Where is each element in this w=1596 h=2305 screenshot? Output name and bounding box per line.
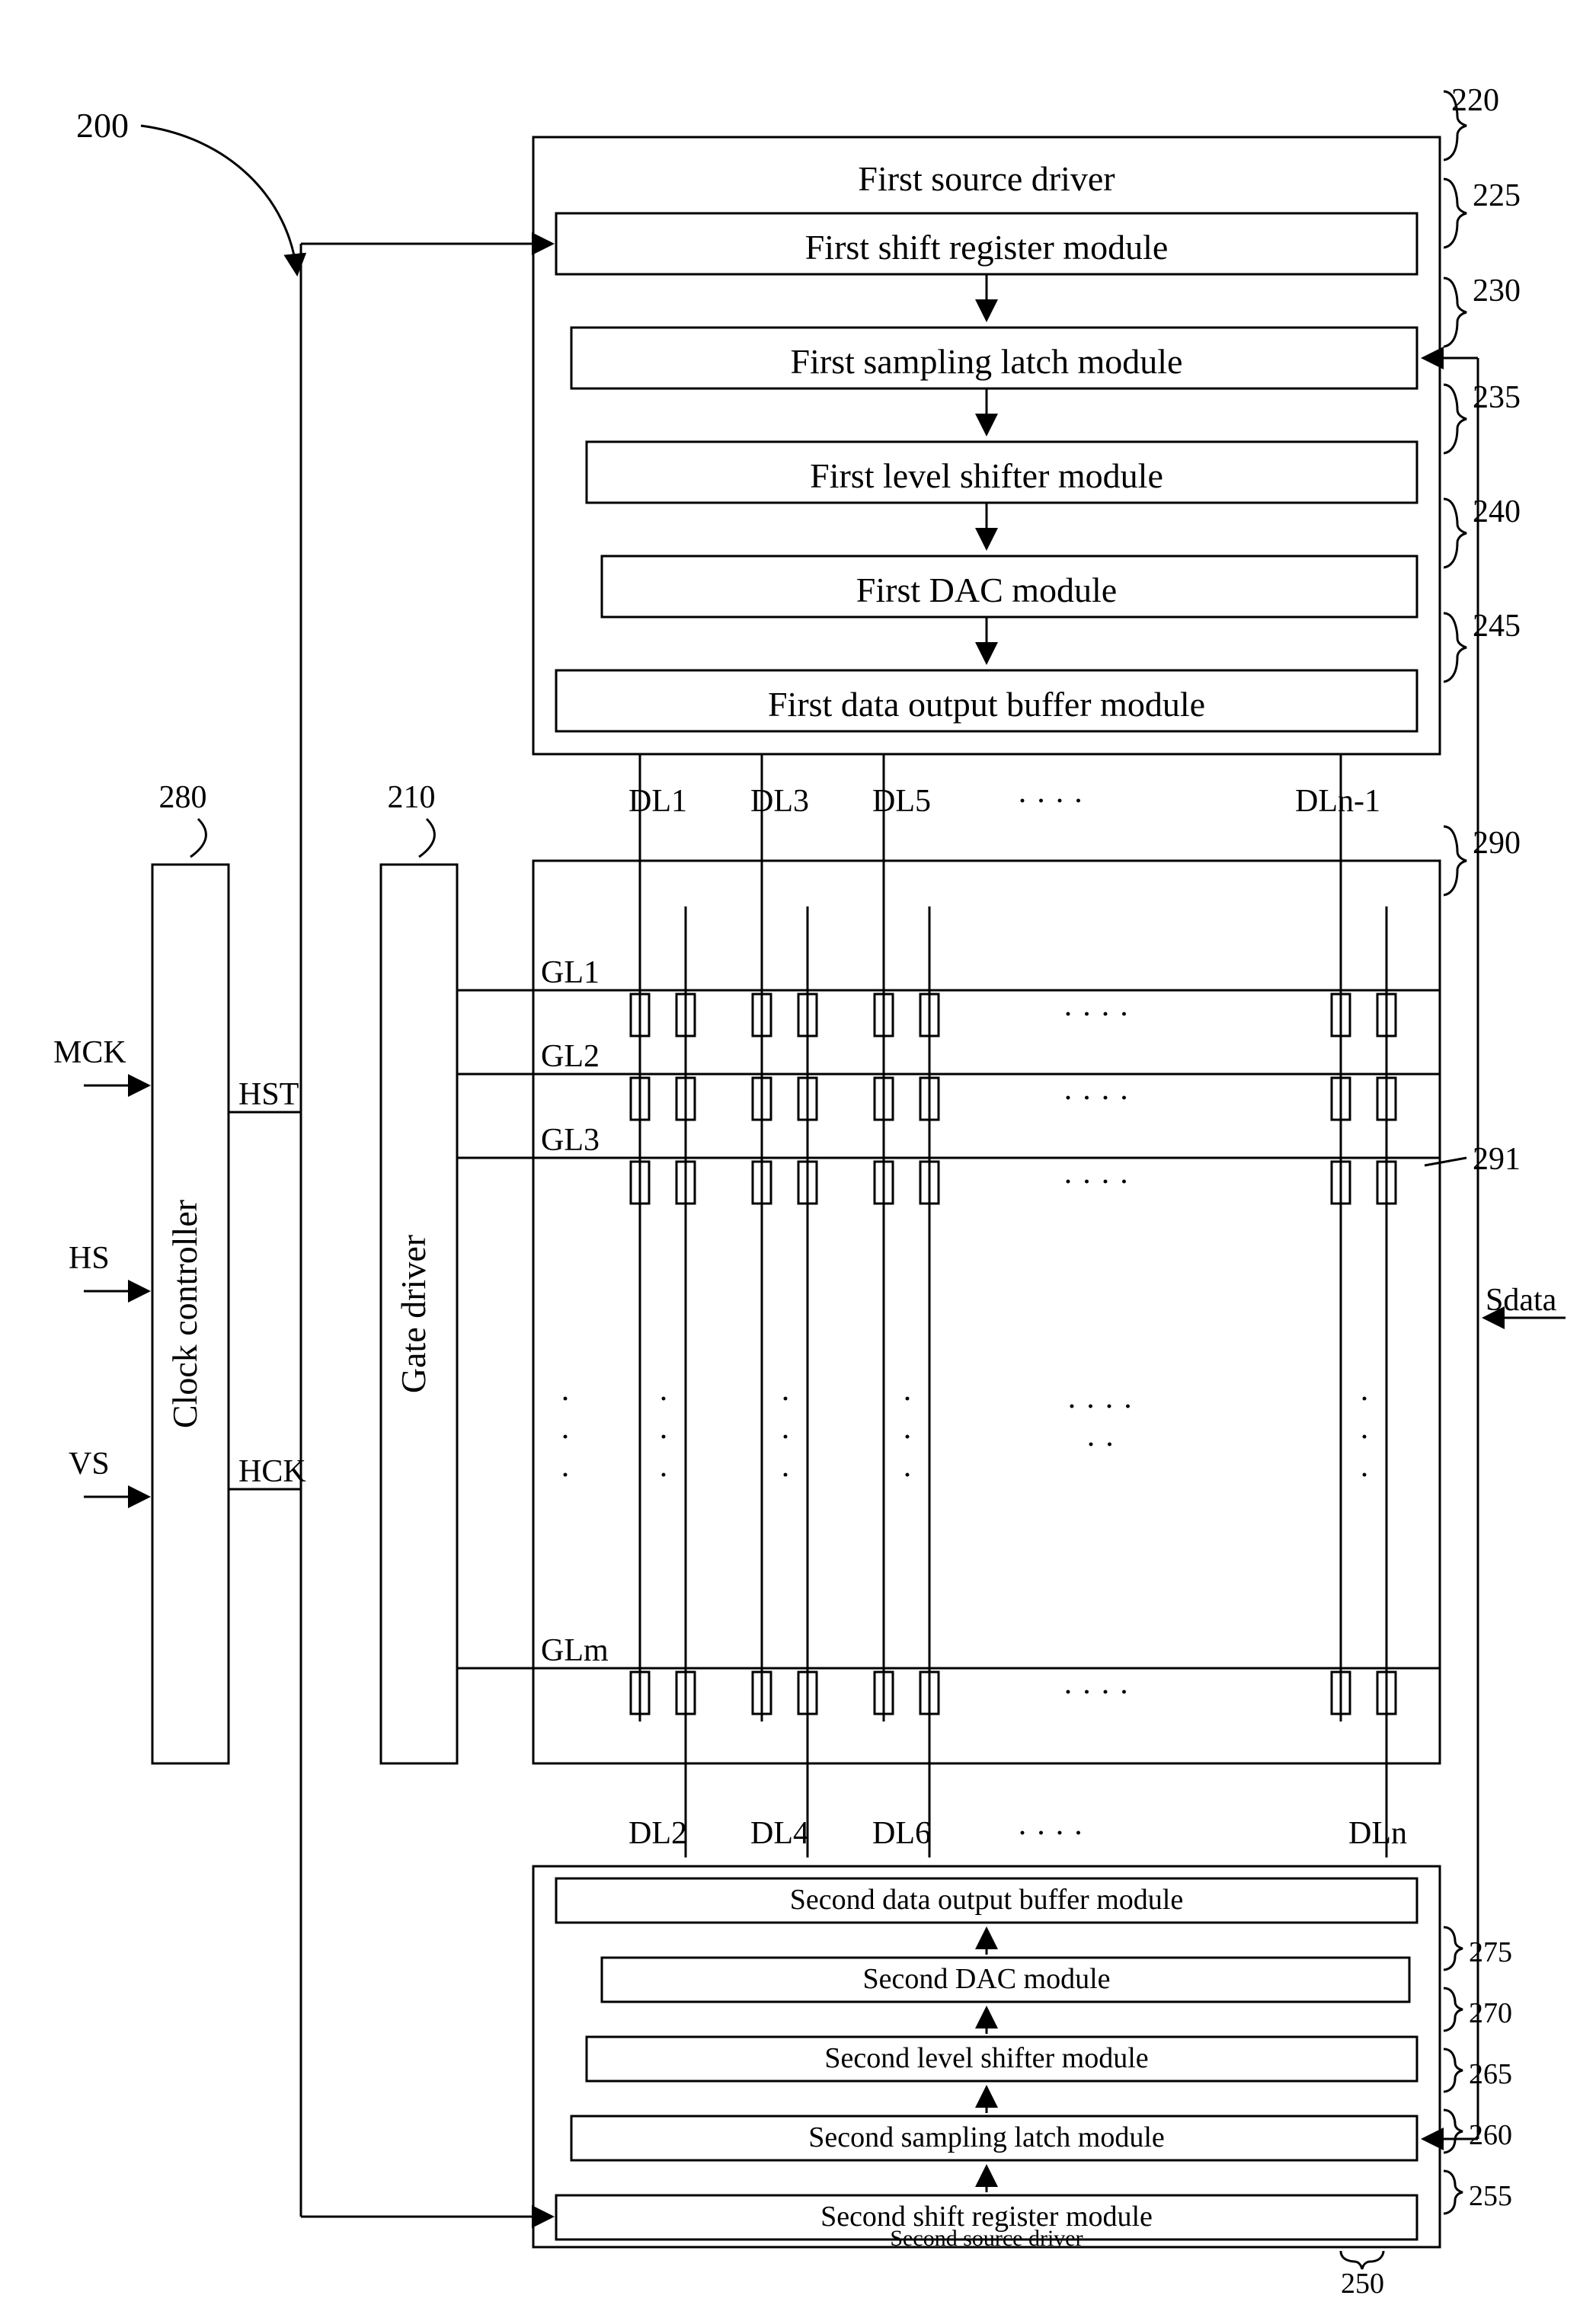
first-source-driver: First source driver 220 First shift regi… [533,83,1521,754]
ref-270f: 270 [1469,1997,1512,2029]
dl-bot-labels: DL2 DL4 DL6 · · · · DLn [628,1816,1407,1851]
gl3-label: GL3 [541,1123,600,1158]
ref-245: 245 [1473,609,1521,644]
ref-230: 230 [1473,273,1521,309]
ref-235: 235 [1473,380,1521,415]
ref-gate: 210 [388,780,436,815]
vdot-mid: · · · · [1067,1389,1133,1424]
vdot2a: · [780,1382,791,1417]
row1-dots: · · · · [1063,997,1129,1032]
first-output-label: First data output buffer module [768,685,1205,724]
vdot-gl-b: · [560,1420,571,1455]
rowm-dots: · · · · [1063,1675,1129,1710]
dl-dots-bot: · · · · [1017,1816,1083,1851]
figure-ref: 200 [76,106,297,274]
vdot1b: · [658,1420,669,1455]
pixel-panel: 290 GL1 GL2 GL3 GLm 291 [457,754,1521,1870]
gl1-label: GL1 [541,955,600,990]
vdot3a: · [902,1382,913,1417]
mck-label: MCK [53,1035,126,1070]
ref-clock: 280 [159,780,207,815]
vdot3c: · [902,1458,913,1493]
dl3-label: DL3 [750,784,809,819]
ref-255f: 255 [1469,2180,1512,2212]
clock-controller-label: Clock controller [165,1200,204,1428]
first-sampling-label: First sampling latch module [791,342,1183,381]
src2-title: Second source driver [890,2226,1083,2251]
vdot5a: · [1359,1382,1370,1417]
gate-driver-block: 210 Gate driver [381,780,457,1763]
figure-ref-text: 200 [76,106,129,145]
glm-label: GLm [541,1633,609,1668]
gl2-label: GL2 [541,1039,600,1074]
ref-240: 240 [1473,494,1521,529]
vdot-mid2: · · [1086,1427,1115,1463]
vdot3b: · [902,1420,913,1455]
s2-out: Second data output buffer module [790,1884,1183,1916]
s2-lvl: Second level shifter module [824,2042,1148,2074]
dl4-label: DL4 [750,1816,809,1851]
ref-250f: 250 [1341,2268,1384,2300]
row3-dots: · · · · [1063,1165,1129,1200]
dl1-label: DL1 [628,784,687,819]
ref-290: 290 [1473,826,1521,861]
vdot1c: · [658,1458,669,1493]
clock-controller-block: 280 Clock controller [152,780,229,1763]
signal-arrows-in: MCK HS VS [53,1035,149,1497]
ref-220: 220 [1451,83,1499,118]
vs-label: VS [69,1447,110,1482]
dl-top-labels: DL1 DL3 DL5 · · · · DLn-1 [628,784,1380,819]
ref-291: 291 [1473,1142,1521,1177]
dl2-label: DL2 [628,1816,687,1851]
pixels [631,994,1396,1714]
gate-driver-label: Gate driver [394,1235,433,1393]
hst-hck: HST HCK [229,244,552,2034]
sdata-label: Sdata [1486,1283,1557,1318]
vdot5b: · [1359,1420,1370,1455]
hs-label: HS [69,1241,110,1276]
ref-225: 225 [1473,178,1521,213]
hst-label: HST [238,1077,299,1112]
first-shift-label: First shift register module [805,228,1169,267]
vdot-gl-a: · [560,1382,571,1417]
s2-samp: Second sampling latch module [808,2121,1165,2153]
first-dac-label: First DAC module [856,571,1117,609]
first-source-driver-title: First source driver [858,159,1115,198]
dl6-label: DL6 [872,1816,931,1851]
dln-label: DLn [1348,1816,1407,1851]
ref-260f: 260 [1469,2119,1512,2151]
panel-ellipses: · · · · · · · · · · · · · · · · · · · · … [560,997,1370,1710]
dln1-label: DLn-1 [1295,784,1380,819]
row2-dots: · · · · [1063,1081,1129,1116]
vdot1a: · [658,1382,669,1417]
ref-275f: 275 [1469,1936,1512,1968]
vdot2b: · [780,1420,791,1455]
first-level-label: First level shifter module [810,456,1163,495]
vdot-gl-c: · [560,1458,571,1493]
dl-dots-top: · · · · [1017,784,1083,819]
ref-265f: 265 [1469,2058,1512,2090]
hck-label: HCK [238,1454,306,1489]
vdot5c: · [1359,1458,1370,1493]
s2-dac: Second DAC module [862,1963,1110,1995]
dl5-label: DL5 [872,784,931,819]
vdot2c: · [780,1458,791,1493]
